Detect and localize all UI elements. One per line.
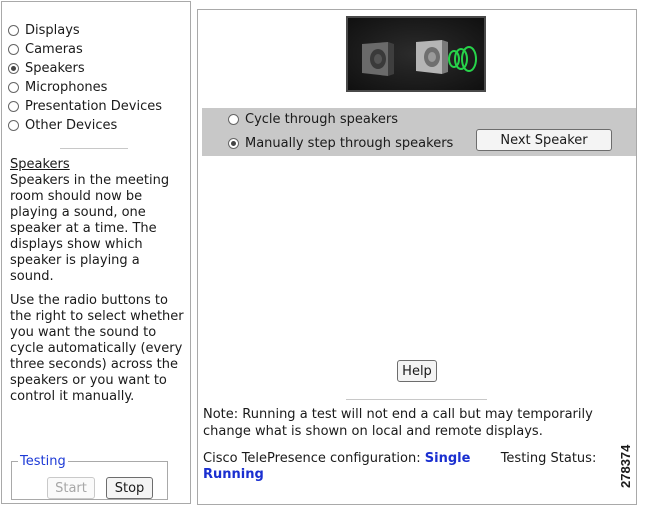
radio-microphones[interactable] xyxy=(8,82,19,93)
device-label: Cameras xyxy=(25,42,83,57)
radio-manual-speakers[interactable] xyxy=(228,137,239,149)
device-option-microphones[interactable]: Microphones xyxy=(8,78,162,97)
status-line: Cisco TelePresence configuration: Single… xyxy=(203,451,635,483)
manual-speakers-option[interactable]: Manually step through speakers xyxy=(228,132,453,154)
cycle-speakers-label: Cycle through speakers xyxy=(245,111,399,127)
testing-status-label: Testing Status: xyxy=(500,451,597,466)
device-list: Displays Cameras Speakers Microphones Pr… xyxy=(8,21,162,135)
left-divider xyxy=(60,148,128,149)
help-paragraph-2: Use the radio buttons to the right to se… xyxy=(10,293,184,404)
left-speaker-icon xyxy=(362,42,394,76)
speaker-mode-band: Cycle through speakers Manually step thr… xyxy=(202,108,636,156)
radio-speakers[interactable] xyxy=(8,63,19,74)
device-label: Displays xyxy=(25,23,80,38)
device-label: Other Devices xyxy=(25,118,118,133)
cycle-speakers-option[interactable]: Cycle through speakers xyxy=(228,108,398,130)
radio-cycle-speakers[interactable] xyxy=(228,113,239,125)
right-divider xyxy=(346,399,487,400)
radio-cameras[interactable] xyxy=(8,44,19,55)
help-paragraph-1: Speakers in the meeting room should now … xyxy=(10,173,170,284)
help-button[interactable]: Help xyxy=(397,360,437,382)
stop-button[interactable]: Stop xyxy=(106,477,153,499)
device-option-displays[interactable]: Displays xyxy=(8,21,162,40)
radio-presentation-devices[interactable] xyxy=(8,101,19,112)
start-button[interactable]: Start xyxy=(47,477,95,499)
device-option-cameras[interactable]: Cameras xyxy=(8,40,162,59)
device-label: Microphones xyxy=(25,80,108,95)
radio-displays[interactable] xyxy=(8,25,19,36)
left-panel: Displays Cameras Speakers Microphones Pr… xyxy=(1,1,191,504)
figure-number: 278374 xyxy=(618,444,633,488)
device-label: Speakers xyxy=(25,61,85,76)
testing-legend: Testing xyxy=(20,454,66,469)
config-value: Single xyxy=(424,451,471,466)
active-speaker-icon xyxy=(416,40,448,74)
note-text: Note: Running a test will not end a call… xyxy=(203,407,593,439)
help-heading: Speakers xyxy=(10,157,70,172)
manual-speakers-label: Manually step through speakers xyxy=(245,135,454,151)
device-option-presentation-devices[interactable]: Presentation Devices xyxy=(8,97,162,116)
next-speaker-button[interactable]: Next Speaker xyxy=(476,129,612,151)
right-panel: Cycle through speakers Manually step thr… xyxy=(197,9,637,505)
device-option-other-devices[interactable]: Other Devices xyxy=(8,116,162,135)
device-option-speakers[interactable]: Speakers xyxy=(8,59,162,78)
help-description: Speakers Speakers in the meeting room sh… xyxy=(10,157,186,405)
speaker-illustration xyxy=(346,16,486,92)
device-label: Presentation Devices xyxy=(25,99,163,114)
radio-other-devices[interactable] xyxy=(8,120,19,131)
testing-status-value: Running xyxy=(203,467,264,482)
config-label: Cisco TelePresence configuration: xyxy=(203,451,421,466)
